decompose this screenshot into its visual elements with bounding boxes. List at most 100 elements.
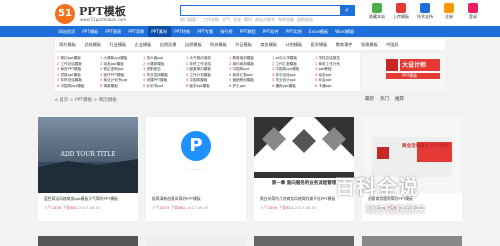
rank-item[interactable]: 2 工作汇报模板 — [272, 62, 315, 67]
rank-item[interactable]: 5 说课PPT模板 — [143, 78, 186, 83]
rank-item[interactable]: 3 中国风ppt — [229, 67, 272, 72]
rank-item[interactable]: 6 护士ppt — [229, 84, 272, 89]
rank-item[interactable]: 1 学校总结报告 — [315, 56, 358, 61]
template-card[interactable]: ADD YOUR TITLE 蓝色简洁风格商务ppt模板大气简约PPT模板 人气… — [38, 117, 138, 221]
nav-item[interactable]: PPT专题 — [194, 26, 217, 37]
rank-item[interactable]: 4 医疗PPT模板 — [100, 73, 143, 78]
nav-item[interactable]: PPT特效 — [171, 26, 194, 37]
rank-item[interactable]: 1 教育培训模板 — [229, 56, 272, 61]
nav-item[interactable]: PPT软件 — [259, 26, 282, 37]
rank-item[interactable]: 5 营销策划模板 — [229, 78, 272, 83]
category-link[interactable]: 党政模板 — [357, 39, 382, 50]
quick-link[interactable]: 上传模板 — [392, 3, 410, 20]
category-link[interactable]: 科技模板 — [206, 39, 231, 50]
category-link[interactable]: 中国风 — [382, 39, 403, 50]
rank-item[interactable]: 3 中国风ppt模板 — [272, 67, 315, 72]
category-link[interactable]: 计划模板 — [281, 39, 306, 50]
rank-item[interactable]: 6 医学ppt模板 — [186, 84, 229, 89]
category-link[interactable]: 总结模板 — [80, 39, 105, 50]
rank-item[interactable]: 5 年终总结模板 — [57, 78, 100, 83]
category-link[interactable]: 商务模板 — [256, 39, 281, 50]
card-thumbnail[interactable] — [146, 236, 246, 246]
sort-tab[interactable]: 热门 — [380, 96, 389, 102]
rank-item[interactable]: 4 商务汇报ppt — [229, 73, 272, 78]
rank-item[interactable]: 6 通用ppt模板 — [272, 84, 315, 89]
nav-item[interactable]: 排行榜 — [217, 26, 237, 37]
nav-item[interactable]: PPT背景 — [125, 26, 148, 37]
rank-item[interactable]: 3 述职报告 — [143, 67, 186, 72]
rank-item[interactable]: 2 简约商务模板 — [229, 62, 272, 67]
hot-search-link[interactable]: 大气 — [222, 17, 230, 22]
rank-item[interactable]: 4 工作计划模板 — [186, 73, 229, 78]
rank-item[interactable]: 4 动态ppt — [315, 73, 358, 78]
category-link[interactable]: 医学模板 — [306, 39, 331, 50]
category-link[interactable]: 行业模板 — [105, 39, 130, 50]
rank-item[interactable]: 6 中国风ppt模板 — [57, 84, 100, 89]
rank-item[interactable]: 5 年会ppt — [315, 78, 358, 83]
nav-item[interactable]: PPT教程 — [236, 26, 259, 37]
category-link[interactable]: 简约模板 — [55, 39, 80, 50]
card-title[interactable]: 极简清新创意风简约PPT模板 — [146, 193, 246, 204]
quick-link[interactable]: 技术支持 — [416, 3, 434, 20]
card-thumbnail[interactable] — [254, 236, 354, 246]
sort-tab[interactable]: 最新 — [365, 96, 374, 102]
rank-item[interactable]: 3 欧美简约模板 — [186, 67, 229, 72]
nav-item[interactable]: PPT图表 — [102, 26, 125, 37]
card-title[interactable]: 蓝色简洁风格商务ppt模板大气简约PPT模板 — [38, 193, 138, 204]
card-thumbnail[interactable]: P — — — — — [146, 117, 246, 193]
rank-item[interactable]: 6 清新模板 — [100, 84, 143, 89]
rank-item[interactable]: 6 卡通ppt — [315, 84, 358, 89]
rank-item[interactable]: 1 pt中小学模板 — [272, 56, 315, 61]
rank-item[interactable]: 4 毕业答辩模板 — [143, 73, 186, 78]
hot-search-link[interactable]: 商业计划书 — [255, 17, 275, 22]
site-logo[interactable]: 51 — [55, 4, 75, 24]
hot-search-link[interactable]: 简约 — [244, 17, 252, 22]
nav-item[interactable]: PPT实例 — [282, 26, 305, 37]
rank-item[interactable]: 1 大气简约商务 — [186, 56, 229, 61]
search-box[interactable]: ⌕ — [180, 5, 355, 16]
hot-label: 热门搜索： — [180, 17, 200, 22]
nav-item[interactable]: 网站首页 — [55, 26, 79, 37]
category-link[interactable]: 教育课件 — [332, 39, 357, 50]
card-thumbnail[interactable]: ADD YOUR TITLE — [38, 117, 138, 193]
hot-search-link[interactable]: 工作总结 — [203, 17, 219, 22]
rank-item[interactable]: 2 商务工作计划 — [315, 62, 358, 67]
rank-item[interactable]: 1 怎么做ppt — [143, 56, 186, 61]
card-thumbnail[interactable] — [362, 236, 462, 246]
category-link[interactable]: 节日模板 — [231, 39, 256, 50]
rank-item[interactable]: 4 年中总结ppt — [272, 73, 315, 78]
quick-link[interactable]: 登录 — [464, 3, 482, 20]
quick-link[interactable]: 注册 — [440, 3, 458, 20]
rank-item[interactable]: 3 ppt教程 — [315, 67, 358, 72]
search-icon[interactable]: ⌕ — [340, 6, 354, 15]
sort-tab[interactable]: 推荐 — [395, 96, 404, 102]
rank-item[interactable]: 2 年终工作总结 — [186, 62, 229, 67]
rank-item[interactable]: 2 工作总结模板 — [57, 62, 100, 67]
rank-item[interactable]: 5 毕业设计ppt — [272, 78, 315, 83]
rank-item[interactable]: 6 计划书ppt — [143, 84, 186, 89]
rank-item[interactable]: 5 商业计划书ppt — [100, 78, 143, 83]
rank-item[interactable]: 3 商务PPT模板 — [57, 67, 100, 72]
quick-link[interactable]: 收藏本站 — [368, 3, 386, 20]
category-link[interactable]: 自然风景 — [156, 39, 181, 50]
rank-item[interactable]: 5 中国风模板 — [186, 78, 229, 83]
card-thumbnail[interactable] — [38, 236, 138, 246]
nav-item[interactable]: PPT素材 — [147, 26, 171, 37]
hot-search-link[interactable]: 年终总结 — [278, 17, 294, 22]
nav-item[interactable]: Excel模板 — [305, 26, 331, 37]
template-card[interactable]: P — — — — 极简清新创意风简约PPT模板 人气1573 下载861 20… — [146, 117, 246, 221]
nav-item[interactable]: PPT模板 — [79, 26, 102, 37]
category-link[interactable]: 企业模板 — [130, 39, 155, 50]
category-link[interactable]: 自然模板 — [181, 39, 206, 50]
rank-item[interactable]: 1 简约ppt模板 — [57, 56, 100, 61]
breadcrumb-text[interactable]: 首页 > PPT模板 > 简历模板 — [59, 98, 116, 103]
hot-search-link[interactable]: 述职报告 — [297, 17, 313, 22]
promo-banner[interactable]: 大设计师 PPT模板 — [362, 53, 445, 91]
rank-item[interactable]: 2 动态ppt模板 — [100, 62, 143, 67]
rank-item[interactable]: 1 小清新ppt模板 — [100, 56, 143, 61]
rank-item[interactable]: 4 党政ppt模板 — [57, 73, 100, 78]
hot-search-link[interactable]: 毕业 — [233, 17, 241, 22]
rank-item[interactable]: 3 转正述职ppt — [100, 67, 143, 72]
nav-item[interactable]: Word模板 — [332, 26, 358, 37]
rank-item[interactable]: 2 小清新模板 — [143, 62, 186, 67]
